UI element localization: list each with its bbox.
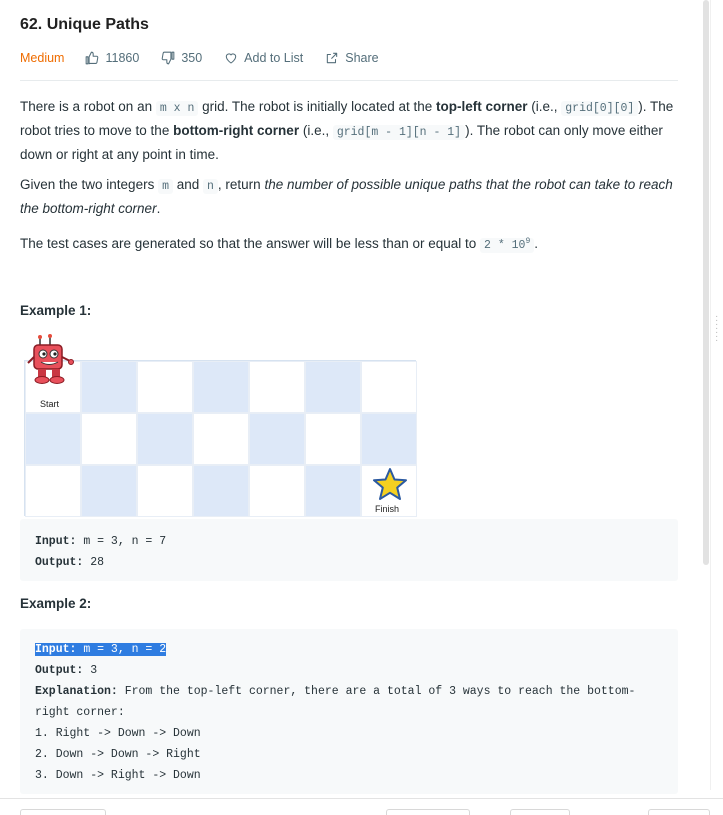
grid-cell — [193, 413, 249, 465]
dislikes-count: 350 — [181, 51, 203, 65]
grid-cell — [361, 361, 417, 413]
panel-resize-handle[interactable]: · · · · · · · — [715, 312, 719, 355]
grid-cell — [305, 465, 361, 517]
example-1-code-block: Input: m = 3, n = 7 Output: 28 — [20, 519, 678, 581]
grid-cell — [137, 413, 193, 465]
scrollbar-thumb[interactable] — [703, 0, 709, 565]
grid-cell — [25, 465, 81, 517]
add-to-list-label: Add to List — [244, 51, 304, 65]
grid-cell — [249, 413, 305, 465]
grid-cell — [193, 465, 249, 517]
inline-code-limit: 2 * 109 — [480, 237, 535, 253]
problem-title: 62. Unique Paths — [20, 16, 149, 33]
example-2-input: Input: m = 3, n = 2 — [35, 639, 663, 660]
inline-code-grid-00: grid[0][0] — [561, 101, 639, 116]
grid-cell — [81, 465, 137, 517]
difficulty-label: Medium — [20, 51, 65, 65]
bottom-toolbar-button[interactable] — [20, 809, 106, 815]
bold-top-left: top-left corner — [436, 99, 528, 114]
description-paragraph-1: There is a robot on an m x n grid. The r… — [20, 99, 674, 162]
inline-code-m: m — [158, 179, 173, 194]
example-1-input: Input: m = 3, n = 7 — [35, 535, 167, 548]
grid-cell — [249, 361, 305, 413]
example-2-heading: Example 2: — [20, 596, 92, 611]
example-2-explanation: Explanation: From the top-left corner, t… — [35, 685, 636, 698]
grid-cell — [305, 361, 361, 413]
like-button[interactable]: 11860 — [85, 51, 139, 65]
scrollbar-track[interactable] — [710, 0, 711, 790]
selected-text[interactable]: Input: m = 3, n = 2 — [35, 643, 167, 656]
grid-cell — [81, 361, 137, 413]
bottom-toolbar-button[interactable] — [510, 809, 570, 815]
example-1-output: Output: 28 — [35, 556, 105, 569]
path-item: 2. Down -> Down -> Right — [35, 748, 201, 761]
finish-label: Finish — [375, 504, 400, 514]
example-2-output: Output: 3 — [35, 664, 98, 677]
robot-grid-image — [24, 360, 417, 517]
grid-cell — [25, 413, 81, 465]
dislike-button[interactable]: 350 — [161, 51, 202, 65]
share-label: Share — [345, 51, 379, 65]
thumbs-up-icon — [86, 51, 99, 65]
grid-cell — [193, 361, 249, 413]
grid-cell — [137, 361, 193, 413]
likes-count: 11860 — [105, 51, 140, 65]
path-item: 1. Right -> Down -> Down — [35, 727, 201, 740]
grid-cell — [361, 413, 417, 465]
bottom-toolbar — [0, 798, 723, 815]
share-button[interactable]: Share — [325, 51, 379, 65]
example-1-heading: Example 1: — [20, 303, 92, 318]
start-label: Start — [40, 399, 60, 409]
header-divider — [20, 80, 678, 81]
bold-bottom-right: bottom-right corner — [173, 123, 300, 138]
grid-cell — [305, 413, 361, 465]
bottom-toolbar-button[interactable] — [386, 809, 470, 815]
example-2-explanation-cont: right corner: — [35, 706, 125, 719]
bottom-toolbar-button[interactable] — [648, 809, 710, 815]
description-paragraph-2: Given the two integers m and n, return t… — [20, 177, 673, 216]
thumbs-down-icon — [161, 51, 175, 65]
inline-code-grid-end: grid[m - 1][n - 1] — [332, 125, 466, 140]
problem-meta-bar: Medium 11860 350 Add to List Share — [20, 49, 401, 67]
add-to-list-button[interactable]: Add to List — [224, 51, 303, 65]
grid-cell — [137, 465, 193, 517]
robot-icon — [27, 334, 74, 384]
example-2-code-block: Input: m = 3, n = 2 Output: 3 Explanatio… — [20, 629, 678, 794]
grid-cell — [249, 465, 305, 517]
grid-cell — [81, 413, 137, 465]
description-paragraph-3: The test cases are generated so that the… — [20, 235, 539, 253]
inline-code-n: n — [203, 179, 218, 194]
star-icon — [373, 468, 407, 500]
share-icon — [327, 52, 338, 64]
path-item: 3. Down -> Right -> Down — [35, 769, 201, 782]
inline-code-m-x-n: m x n — [155, 101, 199, 116]
heart-icon — [225, 53, 237, 64]
